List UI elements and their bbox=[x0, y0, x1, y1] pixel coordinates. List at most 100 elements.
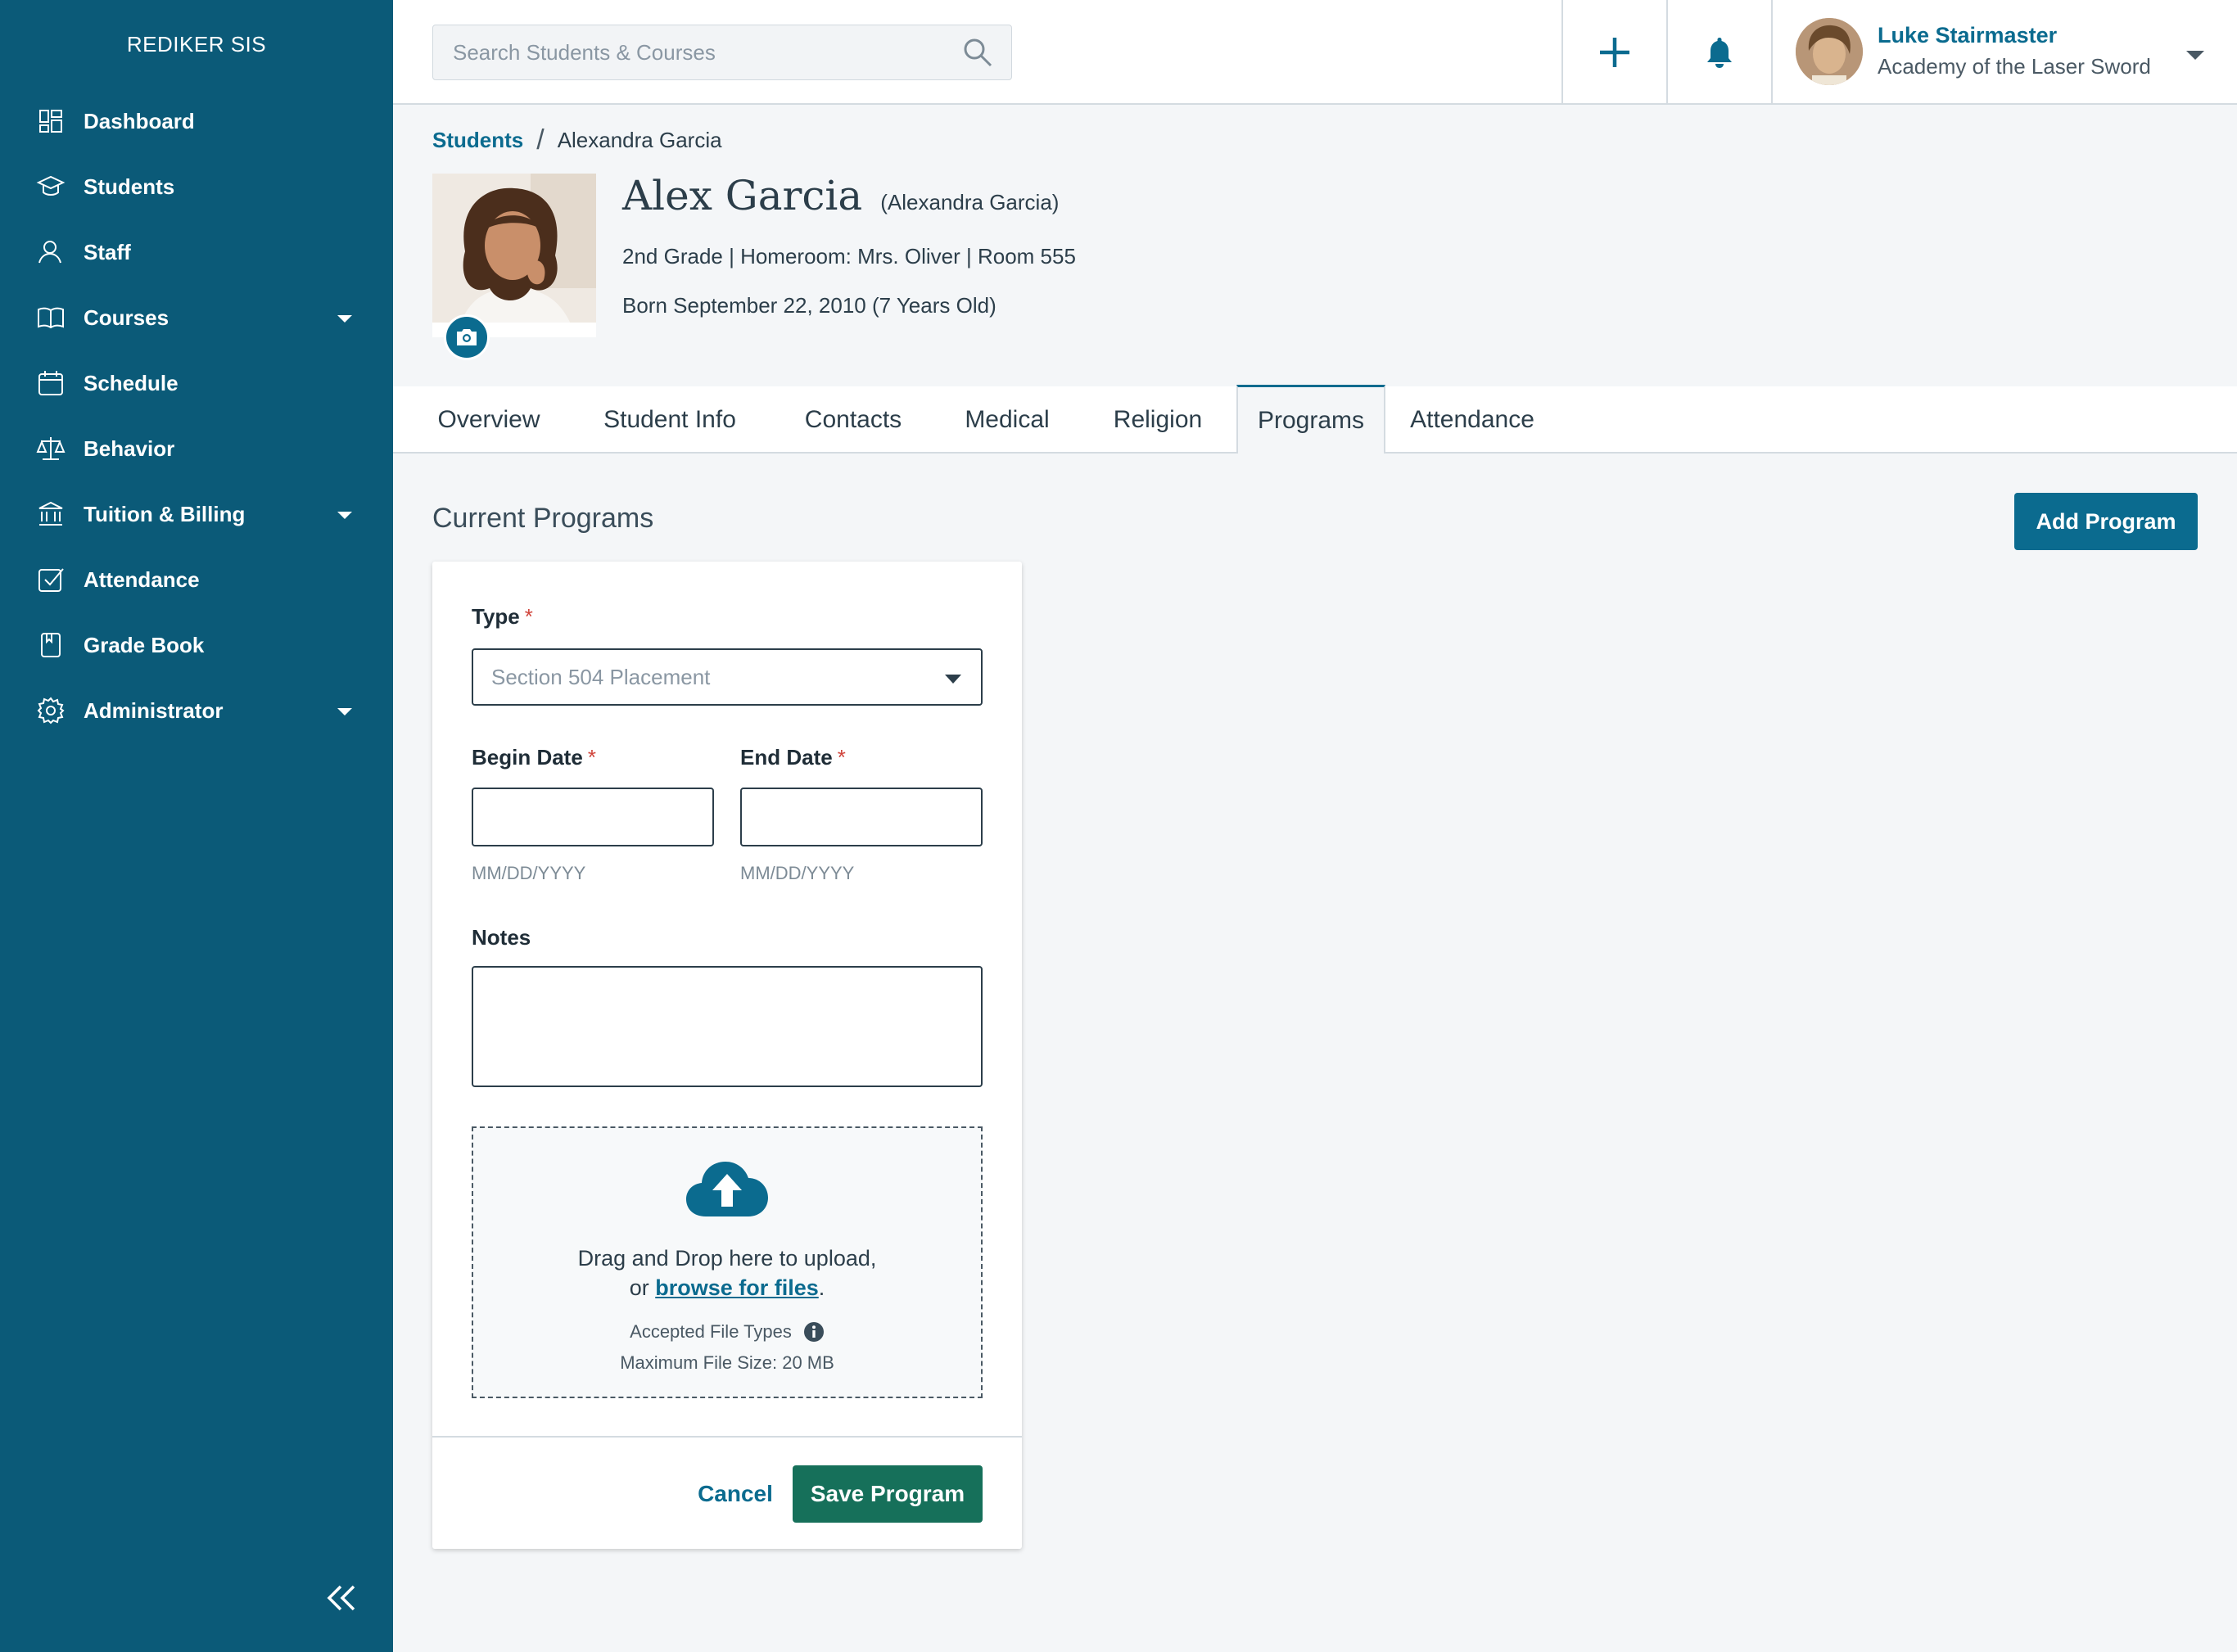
required-mark: * bbox=[587, 745, 596, 770]
sidebar-item-grade-book[interactable]: Grade Book bbox=[0, 612, 393, 678]
file-drop-zone[interactable]: Drag and Drop here to upload, or browse … bbox=[472, 1126, 983, 1398]
program-form-card: Type * Section 504 Placement Begin Date * … bbox=[432, 562, 1029, 1549]
browse-files-link[interactable]: browse for files bbox=[655, 1275, 819, 1300]
required-mark: * bbox=[524, 604, 533, 629]
chevron-down-icon bbox=[337, 708, 352, 715]
topbar: Luke Stairmaster Academy of the Laser Sw… bbox=[393, 0, 2237, 105]
student-legal-name: (Alexandra Garcia) bbox=[880, 190, 1060, 214]
sidebar-item-label: Attendance bbox=[84, 566, 200, 592]
sidebar-item-attendance[interactable]: Attendance bbox=[0, 547, 393, 612]
begin-date-label-text: Begin Date bbox=[472, 745, 583, 770]
sidebar-item-students[interactable]: Students bbox=[0, 154, 393, 219]
sidebar-item-courses[interactable]: Courses bbox=[0, 285, 393, 350]
end-date-input[interactable] bbox=[742, 789, 1029, 845]
upload-browse-suffix: . bbox=[818, 1275, 825, 1300]
add-new-button[interactable] bbox=[1561, 0, 1666, 105]
card-footer-divider bbox=[432, 1436, 1022, 1438]
gradebook-icon bbox=[41, 633, 61, 657]
bell-icon bbox=[1707, 38, 1732, 68]
end-date-label: End Date * bbox=[740, 745, 846, 770]
notes-label: Notes bbox=[472, 925, 531, 950]
sidebar-item-schedule[interactable]: Schedule bbox=[0, 350, 393, 416]
user-organization: Academy of the Laser Sword bbox=[1878, 54, 2151, 79]
calendar-icon bbox=[38, 371, 63, 395]
sidebar: REDIKER SIS Dashboard Students Staff Cou… bbox=[0, 0, 393, 1652]
add-program-button[interactable]: Add Program bbox=[2014, 493, 2198, 550]
sidebar-item-dashboard[interactable]: Dashboard bbox=[0, 88, 393, 154]
bank-icon bbox=[38, 501, 63, 526]
save-program-button[interactable]: Save Program bbox=[793, 1465, 983, 1523]
graduation-cap-icon bbox=[36, 175, 66, 196]
change-photo-button[interactable] bbox=[444, 314, 490, 360]
type-label: Type * bbox=[472, 604, 533, 630]
sidebar-item-label: Administrator bbox=[84, 697, 224, 723]
sidebar-item-label: Behavior bbox=[84, 436, 175, 461]
sidebar-item-administrator[interactable]: Administrator bbox=[0, 678, 393, 743]
type-select-value: Section 504 Placement bbox=[491, 664, 711, 689]
camera-icon bbox=[457, 329, 477, 345]
sidebar-item-label: Courses bbox=[84, 305, 169, 330]
breadcrumb-current: Alexandra Garcia bbox=[557, 128, 722, 152]
user-name: Luke Stairmaster bbox=[1878, 23, 2058, 47]
sidebar-item-label: Staff bbox=[84, 239, 131, 264]
accepted-file-types-text: Accepted File Types bbox=[630, 1321, 792, 1342]
sidebar-item-label: Schedule bbox=[84, 370, 179, 395]
student-birthdate: Born September 22, 2010 (7 Years Old) bbox=[622, 293, 996, 318]
end-date-label-text: End Date bbox=[740, 745, 833, 770]
search-input[interactable] bbox=[433, 39, 962, 65]
brand-logo: REDIKER SIS bbox=[126, 31, 267, 56]
notifications-button[interactable] bbox=[1666, 0, 1771, 105]
checkbox-icon bbox=[38, 568, 64, 592]
breadcrumb: Students / Alexandra Garcia bbox=[432, 124, 722, 156]
chevron-down-icon bbox=[2186, 51, 2204, 60]
sidebar-item-tuition-billing[interactable]: Tuition & Billing bbox=[0, 481, 393, 547]
breadcrumb-link-students[interactable]: Students bbox=[432, 128, 523, 153]
book-icon bbox=[38, 307, 64, 329]
gear-icon bbox=[37, 697, 65, 724]
upload-browse-prefix: or bbox=[629, 1275, 656, 1300]
sidebar-item-label: Grade Book bbox=[84, 632, 205, 657]
upload-browse-line: or browse for files. bbox=[473, 1275, 981, 1301]
student-name: Alex Garcia (Alexandra Garcia) bbox=[622, 172, 1059, 219]
tab-overview[interactable]: Overview bbox=[411, 386, 567, 454]
student-photo bbox=[432, 174, 596, 337]
search-icon[interactable] bbox=[962, 37, 993, 68]
tab-attendance[interactable]: Attendance bbox=[1385, 386, 1559, 454]
tab-student-info[interactable]: Student Info bbox=[573, 386, 766, 454]
begin-date-hint: MM/DD/YYYY bbox=[472, 863, 586, 883]
scales-icon bbox=[36, 437, 66, 460]
dashboard-icon bbox=[39, 110, 62, 133]
required-mark: * bbox=[837, 745, 846, 770]
type-select[interactable]: Section 504 Placement bbox=[472, 648, 983, 706]
avatar bbox=[1796, 18, 1863, 85]
plus-icon bbox=[1600, 38, 1629, 67]
user-menu[interactable]: Luke Stairmaster Academy of the Laser Sw… bbox=[1771, 0, 2237, 105]
breadcrumb-separator: / bbox=[536, 124, 545, 156]
type-label-text: Type bbox=[472, 604, 520, 629]
sidebar-item-label: Tuition & Billing bbox=[84, 501, 246, 526]
tab-religion[interactable]: Religion bbox=[1084, 386, 1231, 454]
collapse-sidebar-button[interactable] bbox=[321, 1582, 362, 1614]
tab-contacts[interactable]: Contacts bbox=[773, 386, 933, 454]
sidebar-item-behavior[interactable]: Behavior bbox=[0, 416, 393, 481]
begin-date-field bbox=[472, 788, 761, 846]
tab-programs[interactable]: Programs bbox=[1236, 385, 1385, 454]
sidebar-item-label: Dashboard bbox=[84, 108, 195, 133]
tab-bar: Overview Student Info Contacts Medical R… bbox=[393, 385, 2237, 454]
chevron-down-icon bbox=[337, 512, 352, 519]
accepted-file-types: Accepted File Types bbox=[473, 1321, 981, 1343]
end-date-field bbox=[740, 788, 1029, 846]
tab-medical[interactable]: Medical bbox=[933, 386, 1081, 454]
info-icon[interactable] bbox=[803, 1321, 825, 1343]
notes-textarea[interactable] bbox=[472, 966, 983, 1087]
begin-date-label: Begin Date * bbox=[472, 745, 596, 770]
max-file-size: Maximum File Size: 20 MB bbox=[620, 1352, 834, 1373]
begin-date-input[interactable] bbox=[473, 789, 761, 845]
end-date-hint: MM/DD/YYYY bbox=[740, 863, 855, 883]
cancel-button[interactable]: Cancel bbox=[686, 1465, 784, 1523]
search-box bbox=[432, 25, 1012, 80]
section-title: Current Programs bbox=[432, 503, 654, 534]
person-icon bbox=[38, 241, 61, 264]
sidebar-item-staff[interactable]: Staff bbox=[0, 219, 393, 285]
cloud-upload-icon bbox=[686, 1162, 768, 1216]
